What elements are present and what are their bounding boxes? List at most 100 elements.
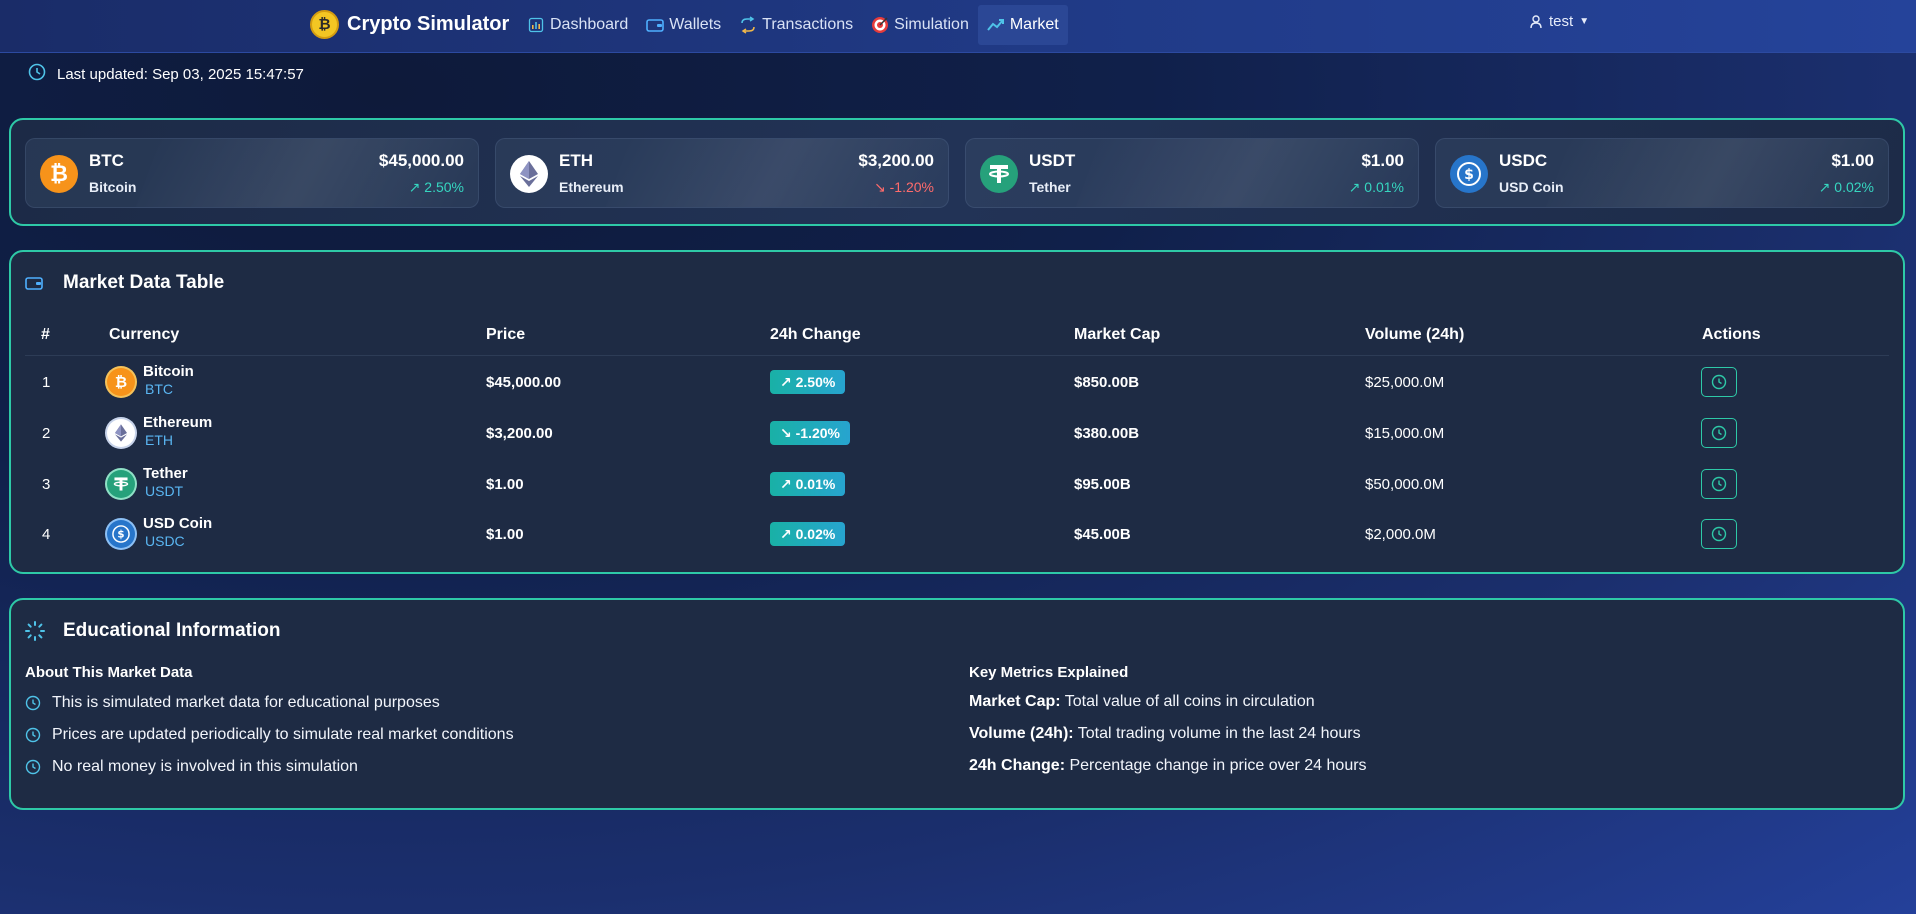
currency-icon-cell — [107, 408, 135, 458]
nav-item-simulation[interactable]: Simulation — [862, 5, 978, 45]
ticker-card-eth[interactable]: ETH Ethereum $3,200.00 ↘ -1.20% — [495, 138, 949, 208]
ethereum-icon — [510, 155, 548, 193]
clock-icon — [1711, 425, 1727, 441]
column-header: # — [41, 326, 50, 343]
rank-cell: 3 — [42, 475, 51, 493]
ticker-price: $1.00 — [1831, 151, 1874, 170]
price-cell: $1.00 — [486, 475, 524, 493]
clock-icon — [28, 63, 46, 85]
user-icon — [1530, 14, 1542, 29]
clock-icon — [25, 759, 41, 775]
table-row: 3 Tether USDT $1.00 ↗ 0.01% $95.00B $50,… — [25, 459, 1889, 509]
change-cell: ↗ 0.02% — [770, 509, 846, 559]
ticker-price: $3,200.00 — [858, 151, 934, 170]
nav-item-wallets[interactable]: Wallets — [637, 5, 730, 45]
column-header: Actions — [1702, 326, 1761, 343]
table-row: 2 Ethereum ETH $3,200.00 ↘ -1.20% $380.0… — [25, 408, 1889, 458]
currency-icon-cell — [107, 459, 135, 509]
volume-cell: $25,000.0M — [1365, 373, 1445, 391]
metric-item: 24h Change: Percentage change in price o… — [969, 757, 1367, 777]
metric-item: Volume (24h): Total trading volume in th… — [969, 725, 1367, 745]
ticker-card-usdt[interactable]: USDT Tether $1.00 ↗ 0.01% — [965, 138, 1419, 208]
ticker-name: Bitcoin — [89, 179, 137, 195]
ticker-symbol: ETH — [559, 151, 593, 170]
change-badge: ↗ 0.01% — [770, 472, 846, 496]
currency-name: Tether — [143, 465, 188, 482]
history-button[interactable] — [1701, 469, 1737, 499]
ticker-card-btc[interactable]: ₿ BTC Bitcoin $45,000.00 ↗ 2.50% — [25, 138, 479, 208]
list-item: Prices are updated periodically to simul… — [25, 725, 514, 745]
currency-symbol: USDT — [145, 483, 184, 499]
ticker-change: ↗ 2.50% — [408, 179, 464, 195]
currency-icon-cell: ₿ — [107, 357, 135, 407]
panel-title-text: Market Data Table — [63, 272, 225, 293]
market-cap-cell: $850.00B — [1074, 373, 1140, 391]
nav-item-label: Dashboard — [550, 16, 629, 33]
change-cell: ↘ -1.20% — [770, 408, 850, 458]
volume-cell: $50,000.0M — [1365, 475, 1445, 493]
market-data-panel: Market Data Table # Currency Price 24h C… — [9, 250, 1905, 574]
volume-cell: $15,000.0M — [1365, 424, 1445, 442]
nav-item-market[interactable]: Market — [977, 5, 1068, 45]
spinner-icon — [25, 621, 45, 641]
column-header: Volume (24h) — [1365, 326, 1465, 343]
clock-icon — [1711, 526, 1727, 542]
nav-item-label: Market — [1009, 16, 1059, 33]
currency-name: Ethereum — [143, 414, 213, 431]
change-badge: ↗ 2.50% — [770, 370, 846, 394]
ticker-name: Ethereum — [559, 179, 624, 195]
wallet-icon — [25, 276, 45, 290]
last-updated-text: Last updated: Sep 03, 2025 15:47:57 — [57, 65, 304, 83]
market-cap-cell: $45.00B — [1074, 525, 1131, 543]
target-icon — [871, 16, 889, 34]
actions-cell — [1701, 408, 1737, 458]
currency-name: Bitcoin — [143, 363, 194, 380]
rank-cell: 4 — [42, 525, 51, 543]
actions-cell — [1701, 509, 1737, 559]
top-navbar: ₿ Crypto Simulator Dashboard Wallets Tra… — [0, 0, 1916, 53]
currency-symbol: ETH — [145, 432, 173, 448]
arrows-swap-icon — [739, 16, 757, 34]
metric-term: Market Cap: — [969, 693, 1061, 710]
history-button[interactable] — [1701, 418, 1737, 448]
column-header: Market Cap — [1074, 326, 1161, 343]
ticker-symbol: USDC — [1499, 151, 1548, 170]
price-cell: $1.00 — [486, 525, 524, 543]
metric-item: Market Cap: Total value of all coins in … — [969, 693, 1367, 713]
history-button[interactable] — [1701, 519, 1737, 549]
metric-desc: Total trading volume in the last 24 hour… — [1077, 725, 1361, 742]
brand[interactable]: ₿ Crypto Simulator — [310, 9, 509, 39]
market-cap-cell: $95.00B — [1074, 475, 1131, 493]
change-cell: ↗ 2.50% — [770, 357, 846, 407]
column-header: Currency — [109, 326, 180, 343]
metric-term: 24h Change: — [969, 757, 1066, 774]
list-item: This is simulated market data for educat… — [25, 693, 514, 713]
history-button[interactable] — [1701, 367, 1737, 397]
ticker-price: $1.00 — [1361, 151, 1404, 170]
change-badge: ↘ -1.20% — [770, 421, 850, 445]
metrics-heading: Key Metrics Explained — [969, 664, 1129, 681]
educational-panel: Educational Information About This Marke… — [9, 598, 1905, 810]
about-section: About This Market Data This is simulated… — [25, 664, 514, 789]
ticker-name: USD Coin — [1499, 179, 1564, 195]
user-menu-dropdown[interactable]: test ▼ — [1530, 13, 1589, 30]
ticker-name: Tether — [1029, 179, 1071, 195]
metric-desc: Total value of all coins in circulation — [1064, 693, 1315, 710]
clock-icon — [1711, 374, 1727, 390]
currency-symbol: USDC — [145, 533, 185, 549]
panel-title-text: Educational Information — [63, 620, 281, 641]
nav-item-transactions[interactable]: Transactions — [730, 5, 862, 45]
table-row: 4 $ USD Coin USDC $1.00 ↗ 0.02% $45.00B … — [25, 509, 1889, 559]
ticker-card-usdc[interactable]: $ USDC USD Coin $1.00 ↗ 0.02% — [1435, 138, 1889, 208]
list-item-text: No real money is involved in this simula… — [52, 758, 358, 775]
change-badge: ↗ 0.02% — [770, 522, 846, 546]
currency-icon-cell: $ — [107, 509, 135, 559]
table-row: 1 ₿ Bitcoin BTC $45,000.00 ↗ 2.50% $850.… — [25, 357, 1889, 407]
price-ticker: ₿ BTC Bitcoin $45,000.00 ↗ 2.50% ETH Eth… — [9, 118, 1905, 226]
ticker-change: ↗ 0.01% — [1348, 179, 1404, 195]
nav-item-label: Wallets — [669, 16, 722, 33]
username: test — [1549, 13, 1574, 30]
metrics-section: Key Metrics Explained Market Cap: Total … — [969, 664, 1367, 789]
bitcoin-icon: ₿ — [107, 368, 135, 396]
nav-item-dashboard[interactable]: Dashboard — [518, 5, 637, 45]
